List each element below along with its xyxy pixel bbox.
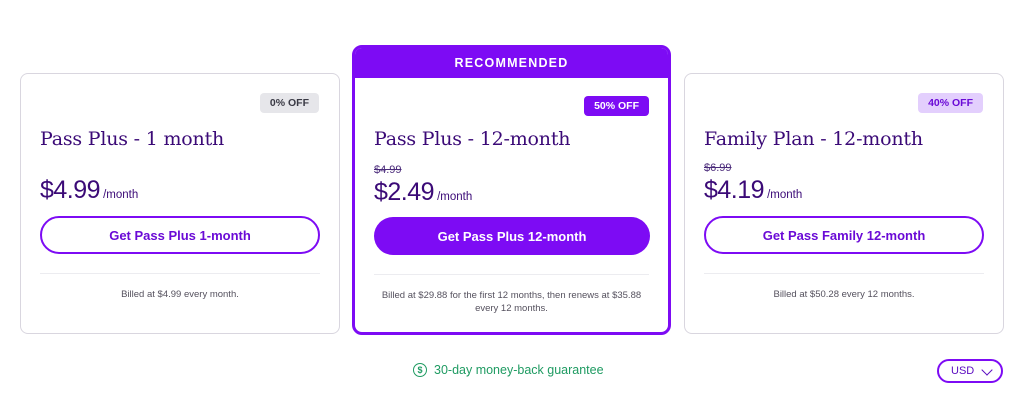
plan-price: $4.19 bbox=[704, 176, 765, 204]
price-period: /month bbox=[437, 191, 473, 203]
discount-badge: 40% OFF bbox=[918, 93, 983, 113]
price-row: $4.19 /month bbox=[704, 176, 802, 205]
original-price: $4.99 bbox=[374, 164, 402, 176]
chevron-down-icon bbox=[981, 364, 993, 376]
plan-price: $2.49 bbox=[374, 178, 435, 206]
divider bbox=[704, 273, 984, 274]
billing-note: Billed at $29.88 for the first 12 months… bbox=[381, 290, 642, 314]
recommended-banner: RECOMMENDED bbox=[355, 48, 668, 78]
billing-note: Billed at $4.99 every month. bbox=[121, 289, 239, 300]
guarantee-text: 30-day money-back guarantee bbox=[434, 363, 604, 377]
price-period: /month bbox=[103, 189, 139, 201]
plan-card-pass-plus-12-month: RECOMMENDED 50% OFF Pass Plus - 12-month… bbox=[352, 45, 671, 335]
plan-title: Family Plan - 12-month bbox=[704, 128, 923, 150]
plan-title: Pass Plus - 1 month bbox=[40, 128, 225, 150]
get-pass-plus-1-month-button[interactable]: Get Pass Plus 1-month bbox=[40, 216, 320, 254]
billing-note: Billed at $50.28 every 12 months. bbox=[773, 289, 915, 300]
plan-card-pass-plus-1-month: 0% OFF Pass Plus - 1 month $4.99 /month … bbox=[20, 73, 340, 334]
get-pass-plus-12-month-button[interactable]: Get Pass Plus 12-month bbox=[374, 217, 650, 255]
dollar-circle-icon: $ bbox=[413, 363, 427, 377]
divider bbox=[40, 273, 320, 274]
discount-badge: 50% OFF bbox=[584, 96, 649, 116]
plan-price: $4.99 bbox=[40, 176, 101, 204]
currency-value: USD bbox=[951, 365, 975, 377]
divider bbox=[374, 274, 649, 275]
discount-badge: 0% OFF bbox=[259, 93, 319, 113]
price-period: /month bbox=[767, 189, 803, 201]
original-price: $6.99 bbox=[704, 162, 732, 174]
plan-title: Pass Plus - 12-month bbox=[374, 128, 571, 150]
currency-select[interactable]: USD bbox=[937, 359, 1003, 383]
price-row: $2.49 /month bbox=[374, 178, 472, 207]
get-pass-family-12-month-button[interactable]: Get Pass Family 12-month bbox=[704, 216, 984, 254]
money-back-guarantee: $ 30-day money-back guarantee bbox=[413, 363, 604, 377]
plan-card-family-12-month: 40% OFF Family Plan - 12-month $6.99 $4.… bbox=[684, 73, 1004, 334]
price-row: $4.99 /month bbox=[40, 176, 138, 205]
